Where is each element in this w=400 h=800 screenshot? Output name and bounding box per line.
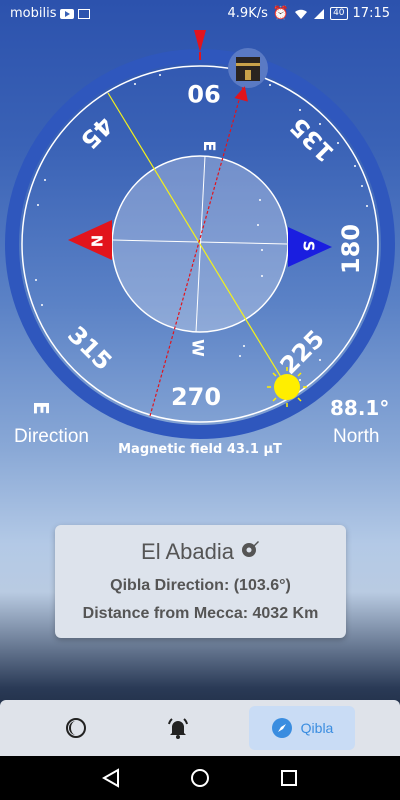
qibla-direction-text: Qibla Direction: (103.6°) xyxy=(110,577,291,594)
alarm-clock-icon: ⏰ xyxy=(272,6,290,21)
city-name: El Abadia xyxy=(141,539,234,564)
status-bar: mobilis 4.9K/s ⏰ 40 17:15 xyxy=(0,0,400,28)
back-icon[interactable] xyxy=(101,768,119,788)
distance-from-mecca-text: Distance from Mecca: 4032 Km xyxy=(82,605,319,622)
alarm-bell-icon xyxy=(168,718,188,739)
compass-south-letter: S xyxy=(300,241,318,252)
battery-indicator: 40 xyxy=(330,7,348,20)
clock: 17:15 xyxy=(352,6,390,21)
nav-prayer-times[interactable] xyxy=(40,706,112,750)
nav-qibla[interactable]: Qibla xyxy=(249,706,355,750)
compass-north-letter: N xyxy=(88,235,106,248)
system-navigation-bar xyxy=(0,756,400,800)
signal-icon xyxy=(313,8,325,20)
degree-label-225: 225 xyxy=(275,325,330,380)
home-icon[interactable] xyxy=(191,769,209,787)
degree-label-270: 270 xyxy=(171,383,221,411)
network-speed: 4.9K/s xyxy=(227,6,268,21)
degree-label-45: 45 xyxy=(75,111,118,154)
wifi-icon xyxy=(294,8,308,20)
compass-icon xyxy=(271,718,292,738)
degree-label-180: 180 xyxy=(337,224,365,274)
magnetic-field-readout: Magnetic field 43.1 μT xyxy=(118,442,282,457)
compass-east-letter: E xyxy=(200,141,219,152)
prayer-times-icon xyxy=(66,718,86,738)
degree-label-315: 315 xyxy=(62,321,117,376)
youtube-notification-icon xyxy=(60,8,75,19)
mail-notification-icon xyxy=(78,8,91,19)
heading-pointer-icon xyxy=(194,30,206,52)
nav-alarm[interactable] xyxy=(142,706,214,750)
bottom-navigation: Qibla xyxy=(0,700,400,756)
kaaba-icon xyxy=(228,48,268,88)
degree-label-90: 90 xyxy=(187,79,220,107)
edit-location-icon[interactable] xyxy=(240,539,260,565)
heading-degrees: 88.1° xyxy=(330,396,390,420)
recent-apps-icon[interactable] xyxy=(281,770,297,786)
degree-label-135: 135 xyxy=(285,112,340,167)
nav-qibla-label: Qibla xyxy=(300,720,334,736)
compass-west-letter: W xyxy=(189,339,208,357)
qibla-info-card: El Abadia Qibla Direction: (103.6°) Dist… xyxy=(55,525,346,638)
heading-letter: E xyxy=(28,401,53,415)
carrier-name: mobilis xyxy=(10,6,57,21)
